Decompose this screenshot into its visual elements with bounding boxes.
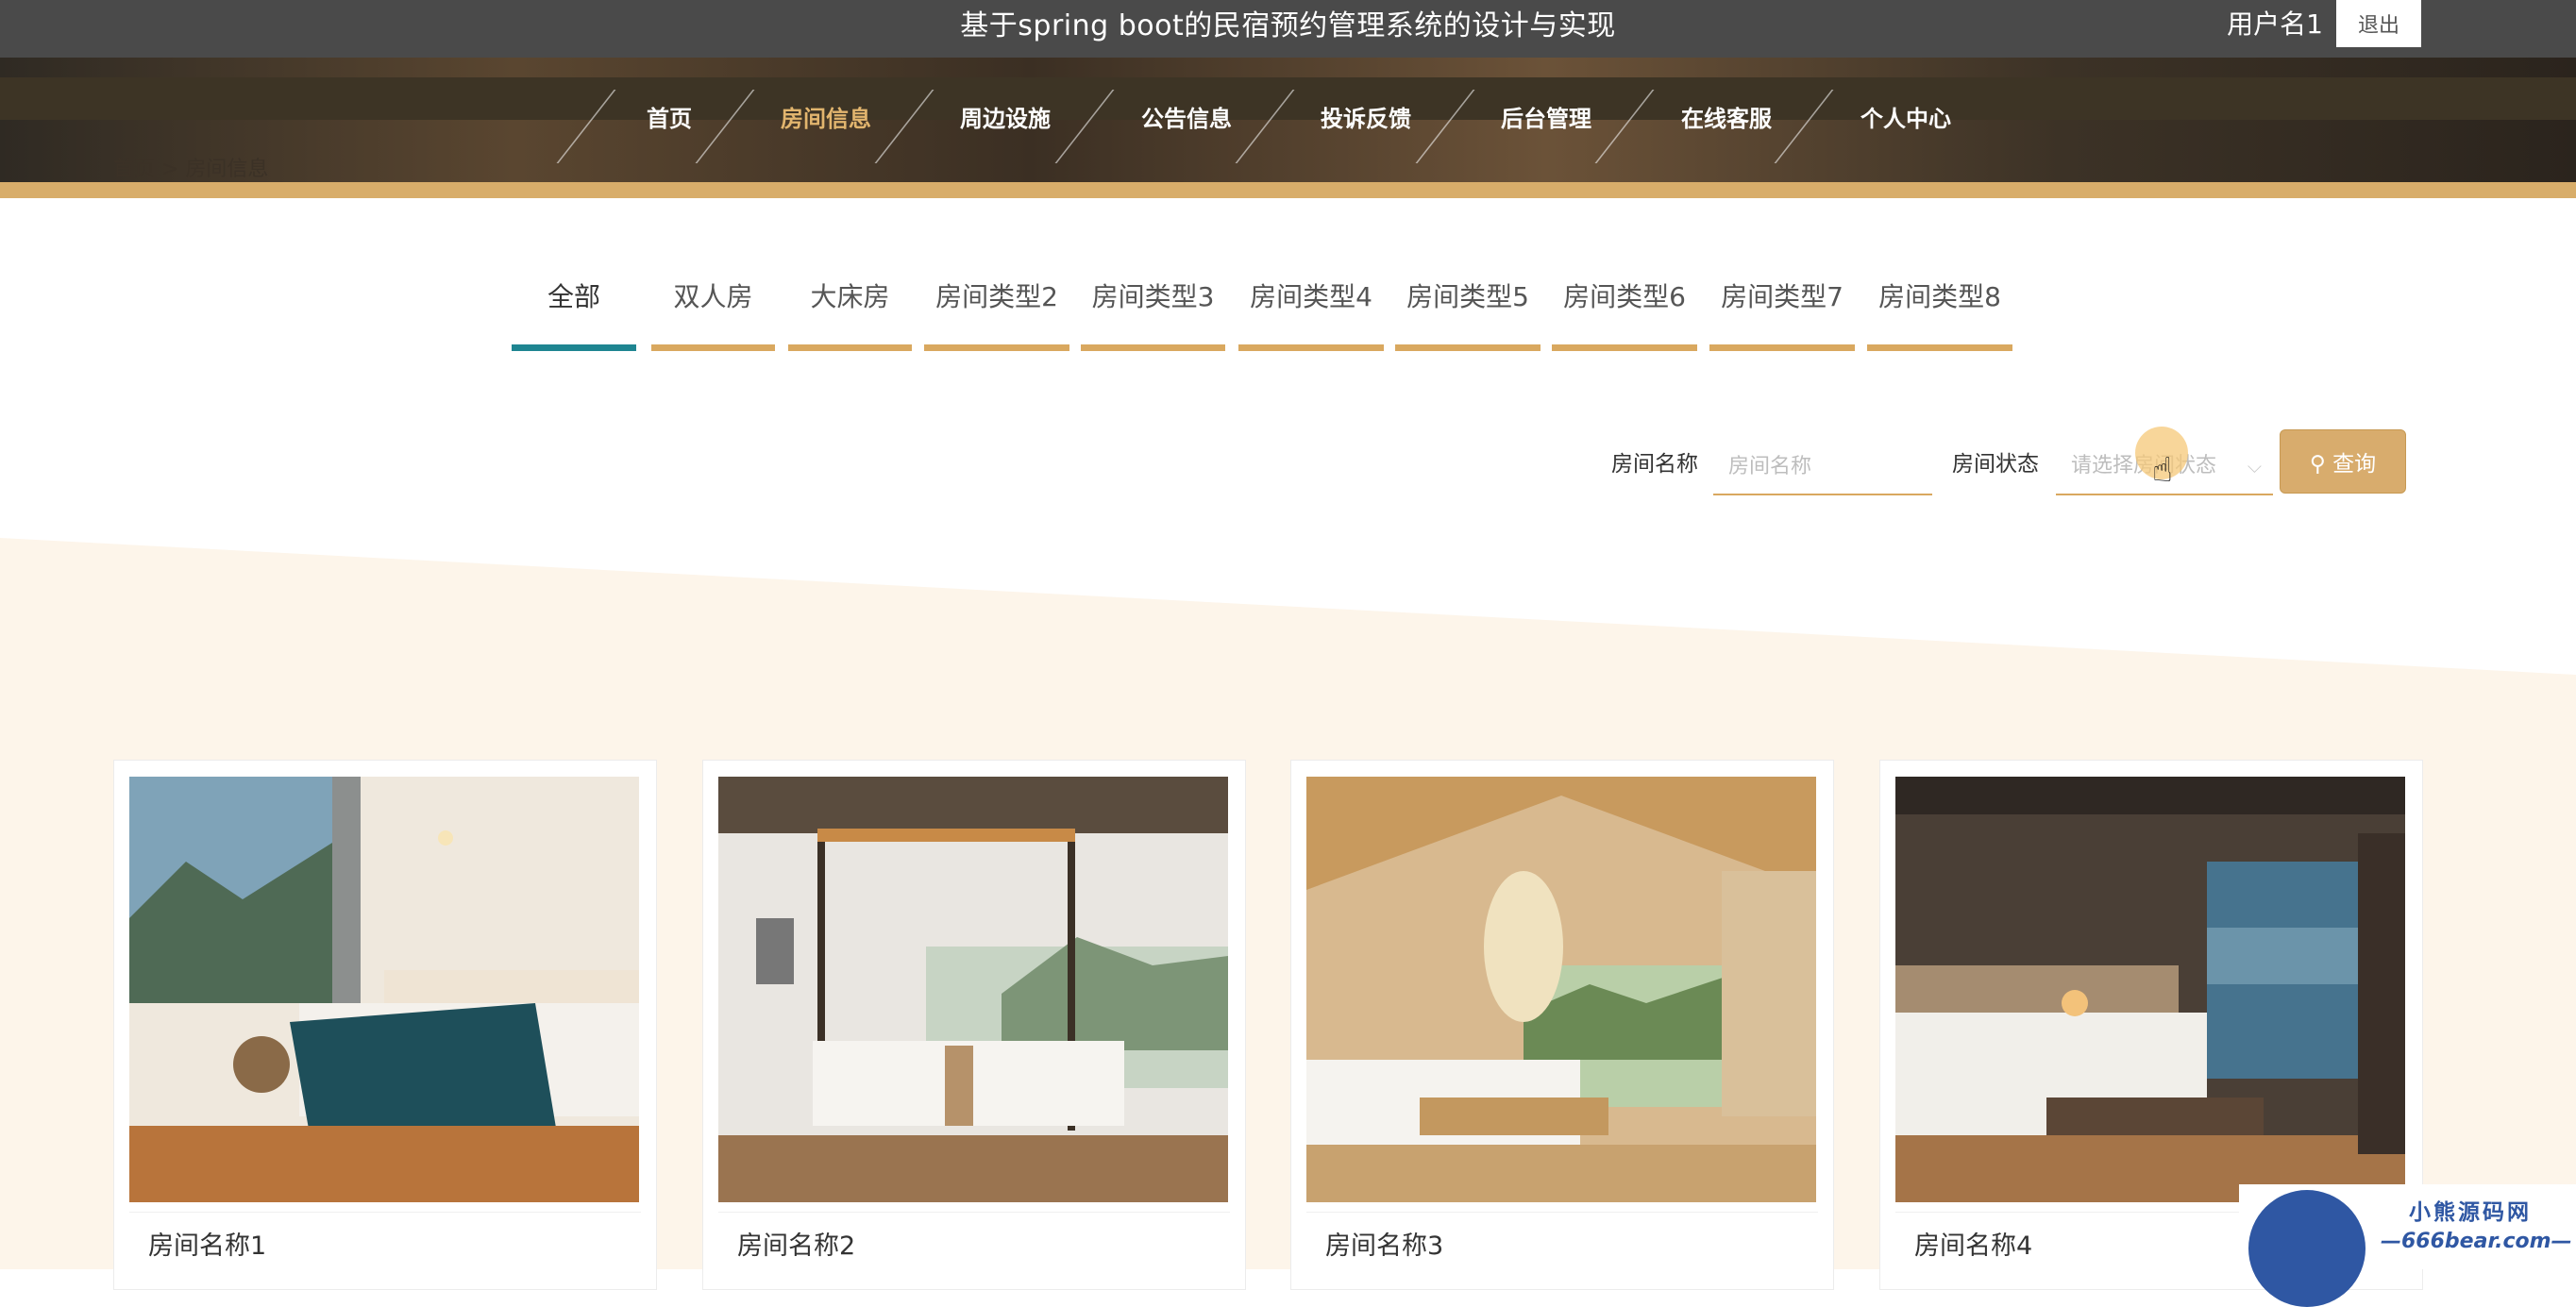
nav-item-admin[interactable]: 后台管理 [1466,58,1626,180]
watermark-line2: —666bear.com— [2381,1230,2572,1253]
room-name[interactable]: 房间名称2 [737,1225,855,1262]
room-name-input[interactable] [1713,439,1932,495]
room-image[interactable] [1895,777,2405,1202]
room-image[interactable] [129,777,639,1202]
tab-type2[interactable]: 房间类型2 [924,274,1069,321]
search-button[interactable]: ⚲ 查询 [2280,429,2406,494]
tab-underline [1867,344,2012,351]
nav-item-rooms[interactable]: 房间信息 [746,58,906,180]
nav-item-notices[interactable]: 公告信息 [1106,58,1267,180]
room-card[interactable]: 房间名称2 [702,760,1246,1290]
tab-type3[interactable]: 房间类型3 [1081,274,1225,321]
tab-type6[interactable]: 房间类型6 [1552,274,1697,321]
tab-double[interactable]: 双人房 [651,274,775,321]
search-icon: ⚲ [2309,452,2326,477]
nav-item-home[interactable]: 首页 [604,58,734,180]
room-name[interactable]: 房间名称4 [1914,1225,2032,1262]
card-divider [129,1212,641,1213]
breadcrumb: 首页 > 房间信息 [113,158,269,181]
tab-type5[interactable]: 房间类型5 [1395,274,1541,321]
tab-all[interactable]: 全部 [512,274,636,321]
tab-underline [1395,344,1541,351]
tab-underline [1081,344,1225,351]
bear-logo-icon [2248,1190,2366,1307]
watermark: 小熊源码网 —666bear.com— [2239,1184,2576,1307]
logout-button[interactable]: 退出 [2336,0,2421,47]
nav-gold-stripe [0,182,2576,198]
room-status-label: 房间状态 [1952,452,2039,477]
tab-underline [788,344,912,351]
room-card[interactable]: 房间名称3 [1290,760,1834,1290]
tab-underline [651,344,775,351]
tab-underline [1238,344,1384,351]
watermark-line1: 小熊源码网 [2409,1200,2532,1225]
nav-item-service[interactable]: 在线客服 [1646,58,1807,180]
chevron-down-icon: ⌵ [2247,455,2262,478]
card-divider [1306,1212,1818,1213]
tab-type4[interactable]: 房间类型4 [1238,274,1384,321]
room-image[interactable] [718,777,1228,1202]
tab-king[interactable]: 大床房 [788,274,912,321]
room-name[interactable]: 房间名称1 [148,1225,266,1262]
tab-underline [924,344,1069,351]
hand-cursor-icon: ☝ [2152,451,2173,490]
tab-underline [1552,344,1697,351]
username[interactable]: 用户名1 [2227,0,2323,49]
card-divider [718,1212,1230,1213]
nav-item-profile[interactable]: 个人中心 [1826,58,1986,180]
search-button-label: 查询 [2332,452,2377,477]
tab-underline [1709,344,1855,351]
tab-underline [512,344,636,351]
site-title: 基于spring boot的民宿预约管理系统的设计与实现 [960,9,1616,42]
nav-item-feedback[interactable]: 投诉反馈 [1286,58,1446,180]
nav-item-facilities[interactable]: 周边设施 [925,58,1086,180]
room-name-label: 房间名称 [1611,452,1698,477]
tab-type7[interactable]: 房间类型7 [1709,274,1855,321]
room-card[interactable]: 房间名称1 [113,760,657,1290]
tab-type8[interactable]: 房间类型8 [1867,274,2012,321]
room-name[interactable]: 房间名称3 [1325,1225,1443,1262]
room-image[interactable] [1306,777,1816,1202]
